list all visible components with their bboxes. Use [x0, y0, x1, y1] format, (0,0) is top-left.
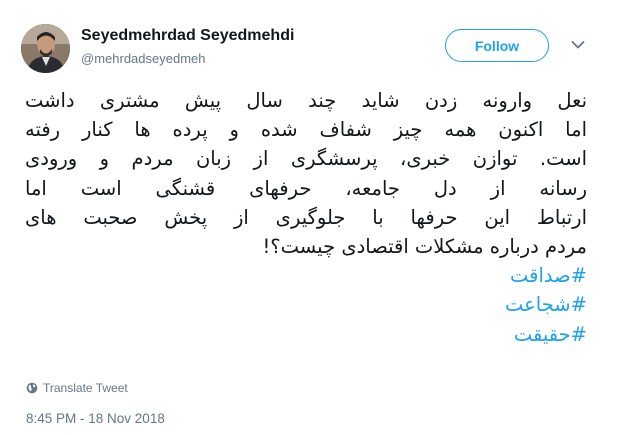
tweet-text: نعل وارونه زدن شاید چند سال پیش مشتری دا…: [25, 86, 587, 349]
hashtag-link[interactable]: #شجاعت: [25, 290, 587, 319]
tweet-line: نعل وارونه زدن شاید چند سال پیش مشتری دا…: [25, 89, 587, 112]
translate-tweet-label: Translate Tweet: [43, 381, 128, 395]
tweet-line: رسانه از دل جامعه، حرفهای قشنگی است اما: [25, 176, 587, 200]
follow-button[interactable]: Follow: [445, 29, 549, 62]
globe-icon: [26, 382, 38, 394]
tweet-timestamp[interactable]: 8:45 PM - 18 Nov 2018: [26, 411, 165, 426]
tweet-line: است. توازن خبری، پرسشگری از زبان مردم و …: [25, 147, 587, 171]
tweet-line: مردم درباره مشکلات اقتصادی چیست؟!: [262, 235, 587, 259]
tweet-line: ارتباط این حرفها با جلوگیری از پخش صحبت …: [25, 205, 587, 229]
hashtag-link[interactable]: #صداقت: [25, 261, 587, 290]
tweet-card: Seyedmehrdad Seyedmehdi @mehrdadseyedmeh…: [0, 0, 623, 435]
translate-tweet-link[interactable]: Translate Tweet: [26, 381, 128, 395]
follow-button-label: Follow: [474, 37, 520, 54]
user-handle[interactable]: @mehrdadseyedmeh: [81, 51, 205, 66]
tweet-line: اما اکنون همه چیز شفاف شده و پرده ها کنا…: [25, 118, 587, 142]
hashtag-link[interactable]: #حقیقت: [25, 320, 587, 349]
avatar[interactable]: [21, 24, 70, 73]
display-name[interactable]: Seyedmehrdad Seyedmehdi: [81, 27, 294, 45]
profile-photo: [21, 24, 70, 73]
chevron-down-icon[interactable]: [571, 40, 585, 50]
